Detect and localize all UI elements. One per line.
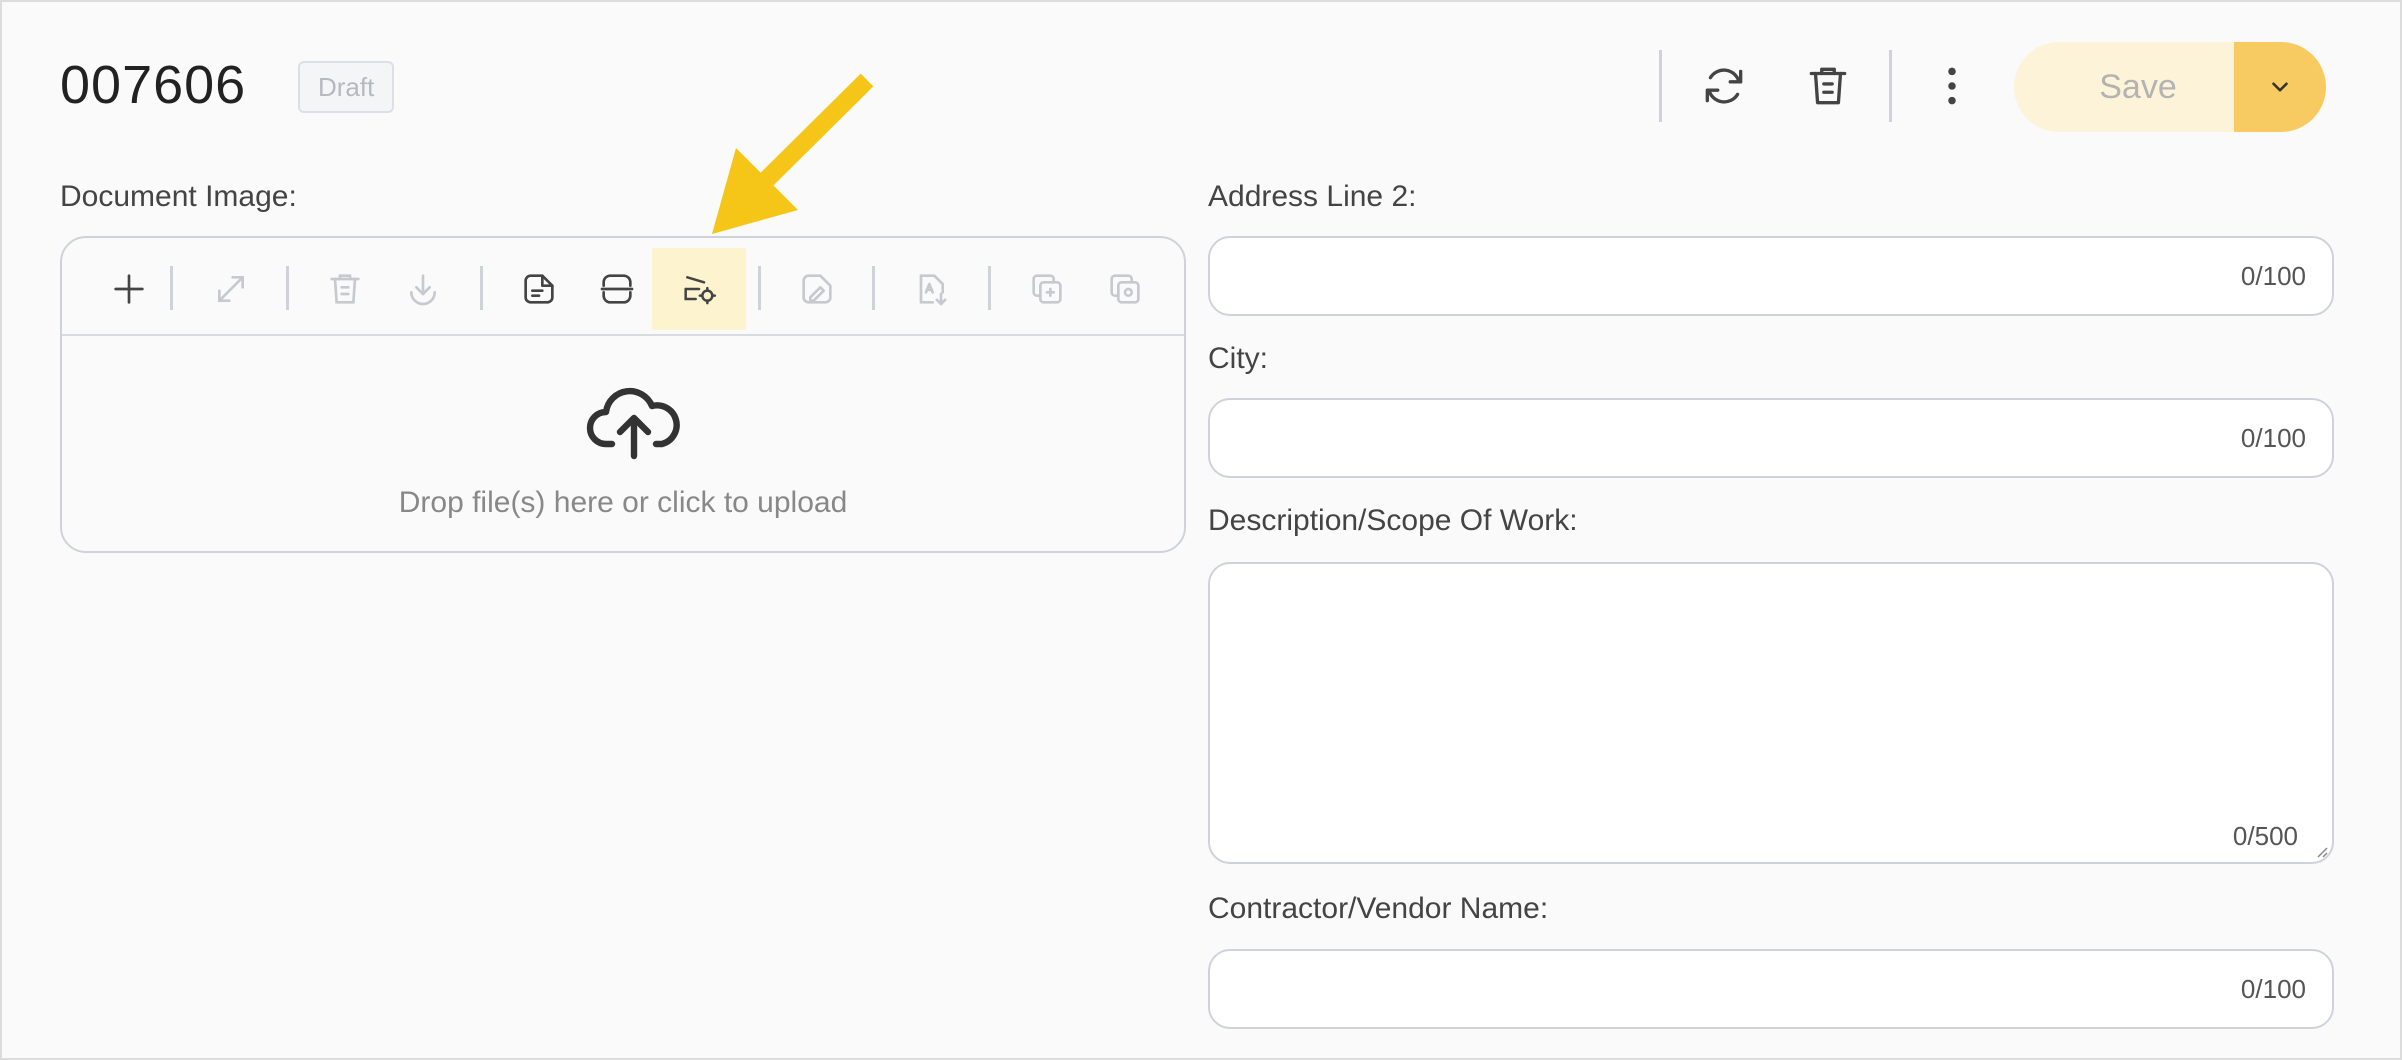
copy-add-icon	[1032, 274, 1062, 304]
char-counter: 0/100	[2240, 423, 2306, 453]
toolbar-divider	[170, 266, 173, 310]
cloud-upload-icon	[586, 387, 680, 460]
char-counter: 0/100	[2240, 974, 2306, 1004]
save-dropdown-button[interactable]	[2234, 42, 2326, 132]
header-divider	[1889, 50, 1892, 122]
city-label: City:	[1208, 342, 1268, 375]
toolbar-divider	[758, 266, 761, 310]
split-settings-icon	[684, 276, 717, 305]
download-icon	[410, 274, 436, 306]
toolbar-divider	[480, 266, 483, 310]
copy-settings-icon	[1110, 274, 1140, 304]
download-button[interactable]	[376, 248, 470, 330]
file-note-icon	[524, 274, 554, 304]
upload-dropzone[interactable]: Drop file(s) here or click to upload	[62, 336, 1184, 551]
split-icon	[600, 274, 634, 304]
add-icon	[114, 274, 144, 304]
expand-icon	[218, 276, 244, 302]
copy-settings-button[interactable]	[1078, 248, 1172, 330]
char-counter: 0/100	[2240, 261, 2306, 291]
trash-icon	[1809, 67, 1847, 105]
more-vertical-icon	[1948, 67, 1956, 105]
char-counter: 0/500	[2232, 821, 2298, 851]
refresh-button[interactable]	[1684, 46, 1764, 126]
description-label: Description/Scope Of Work:	[1208, 504, 1578, 537]
save-button[interactable]: Save	[2014, 42, 2236, 132]
delete-icon	[330, 274, 360, 304]
toolbar-divider	[286, 266, 289, 310]
split-settings-button[interactable]	[652, 248, 746, 330]
description-textarea[interactable]: 0/500	[1208, 562, 2334, 864]
sign-button[interactable]	[770, 248, 864, 330]
city-input[interactable]: 0/100	[1208, 398, 2334, 478]
document-image-label: Document Image:	[60, 180, 297, 213]
refresh-icon	[1705, 68, 1743, 104]
pdf-download-button[interactable]	[884, 248, 978, 330]
split-button[interactable]	[570, 248, 664, 330]
upload-hint: Drop file(s) here or click to upload	[398, 486, 848, 519]
add-button[interactable]	[82, 248, 176, 330]
contractor-label: Contractor/Vendor Name:	[1208, 892, 1549, 925]
pdf-download-icon	[919, 274, 947, 306]
address-line-2-label: Address Line 2:	[1208, 180, 1417, 213]
header-divider	[1659, 50, 1662, 122]
contractor-input[interactable]: 0/100	[1208, 949, 2334, 1029]
arrow-annotation-icon	[712, 73, 874, 234]
expand-button[interactable]	[184, 248, 278, 330]
address-line-2-input[interactable]: 0/100	[1208, 236, 2334, 316]
resize-handle-icon[interactable]	[2314, 844, 2328, 858]
document-image-panel: Drop file(s) here or click to upload	[60, 236, 1186, 553]
toolbar-divider	[872, 266, 875, 310]
more-button[interactable]	[1912, 46, 1992, 126]
delete-button[interactable]	[1788, 46, 1868, 126]
status-badge: Draft	[298, 61, 395, 113]
toolbar-divider	[988, 266, 991, 310]
sign-icon	[802, 274, 832, 304]
page-title: 007606	[60, 55, 247, 115]
chevron-down-icon	[2272, 82, 2288, 92]
document-toolbar	[62, 238, 1184, 336]
